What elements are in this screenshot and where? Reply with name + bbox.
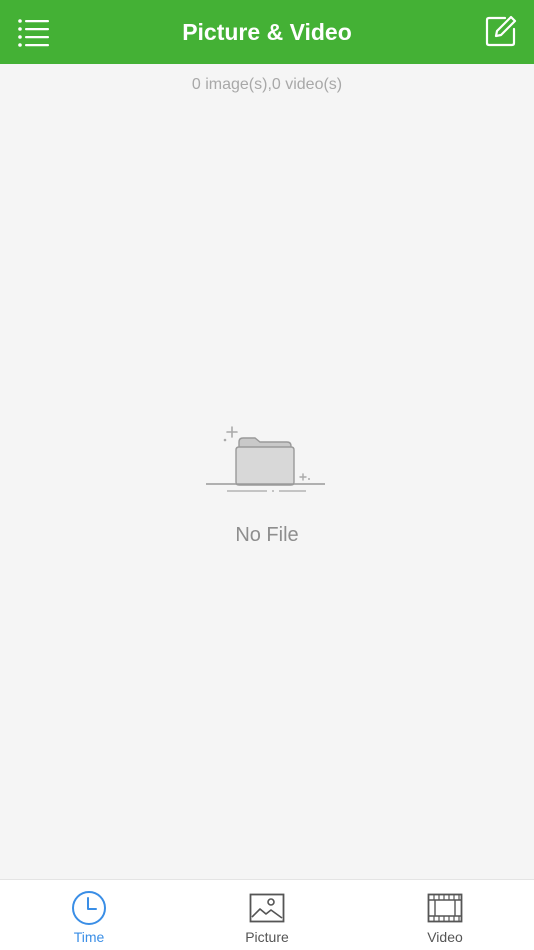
tab-time-label: Time [73,929,105,945]
page-title: Picture & Video [182,18,352,45]
tab-video[interactable]: Video [356,880,534,950]
tab-picture[interactable]: Picture [178,880,356,950]
edit-icon [485,15,517,47]
tab-time-icon-wrap [70,890,108,926]
edit-button[interactable] [482,12,520,50]
empty-state-text: No File [235,524,299,546]
menu-icon [18,19,49,47]
tab-video-icon-wrap [426,890,464,926]
tab-picture-label: Picture [245,929,289,945]
media-count-summary: 0 image(s),0 video(s) [191,76,343,93]
tab-time[interactable]: Time [0,880,178,950]
bottom-tab-bar: Time Picture Video [0,879,534,950]
top-bar: Picture & Video [0,0,534,64]
empty-state: No File [0,420,534,547]
tab-picture-icon-wrap [248,890,286,926]
menu-button[interactable] [14,14,54,50]
tab-video-label: Video [427,929,463,945]
film-icon [427,893,463,923]
clock-icon [72,891,106,925]
app-screen: Picture & Video 0 image(s),0 video(s) No… [0,0,534,950]
image-icon [249,893,285,923]
empty-folder-icon [206,426,325,492]
